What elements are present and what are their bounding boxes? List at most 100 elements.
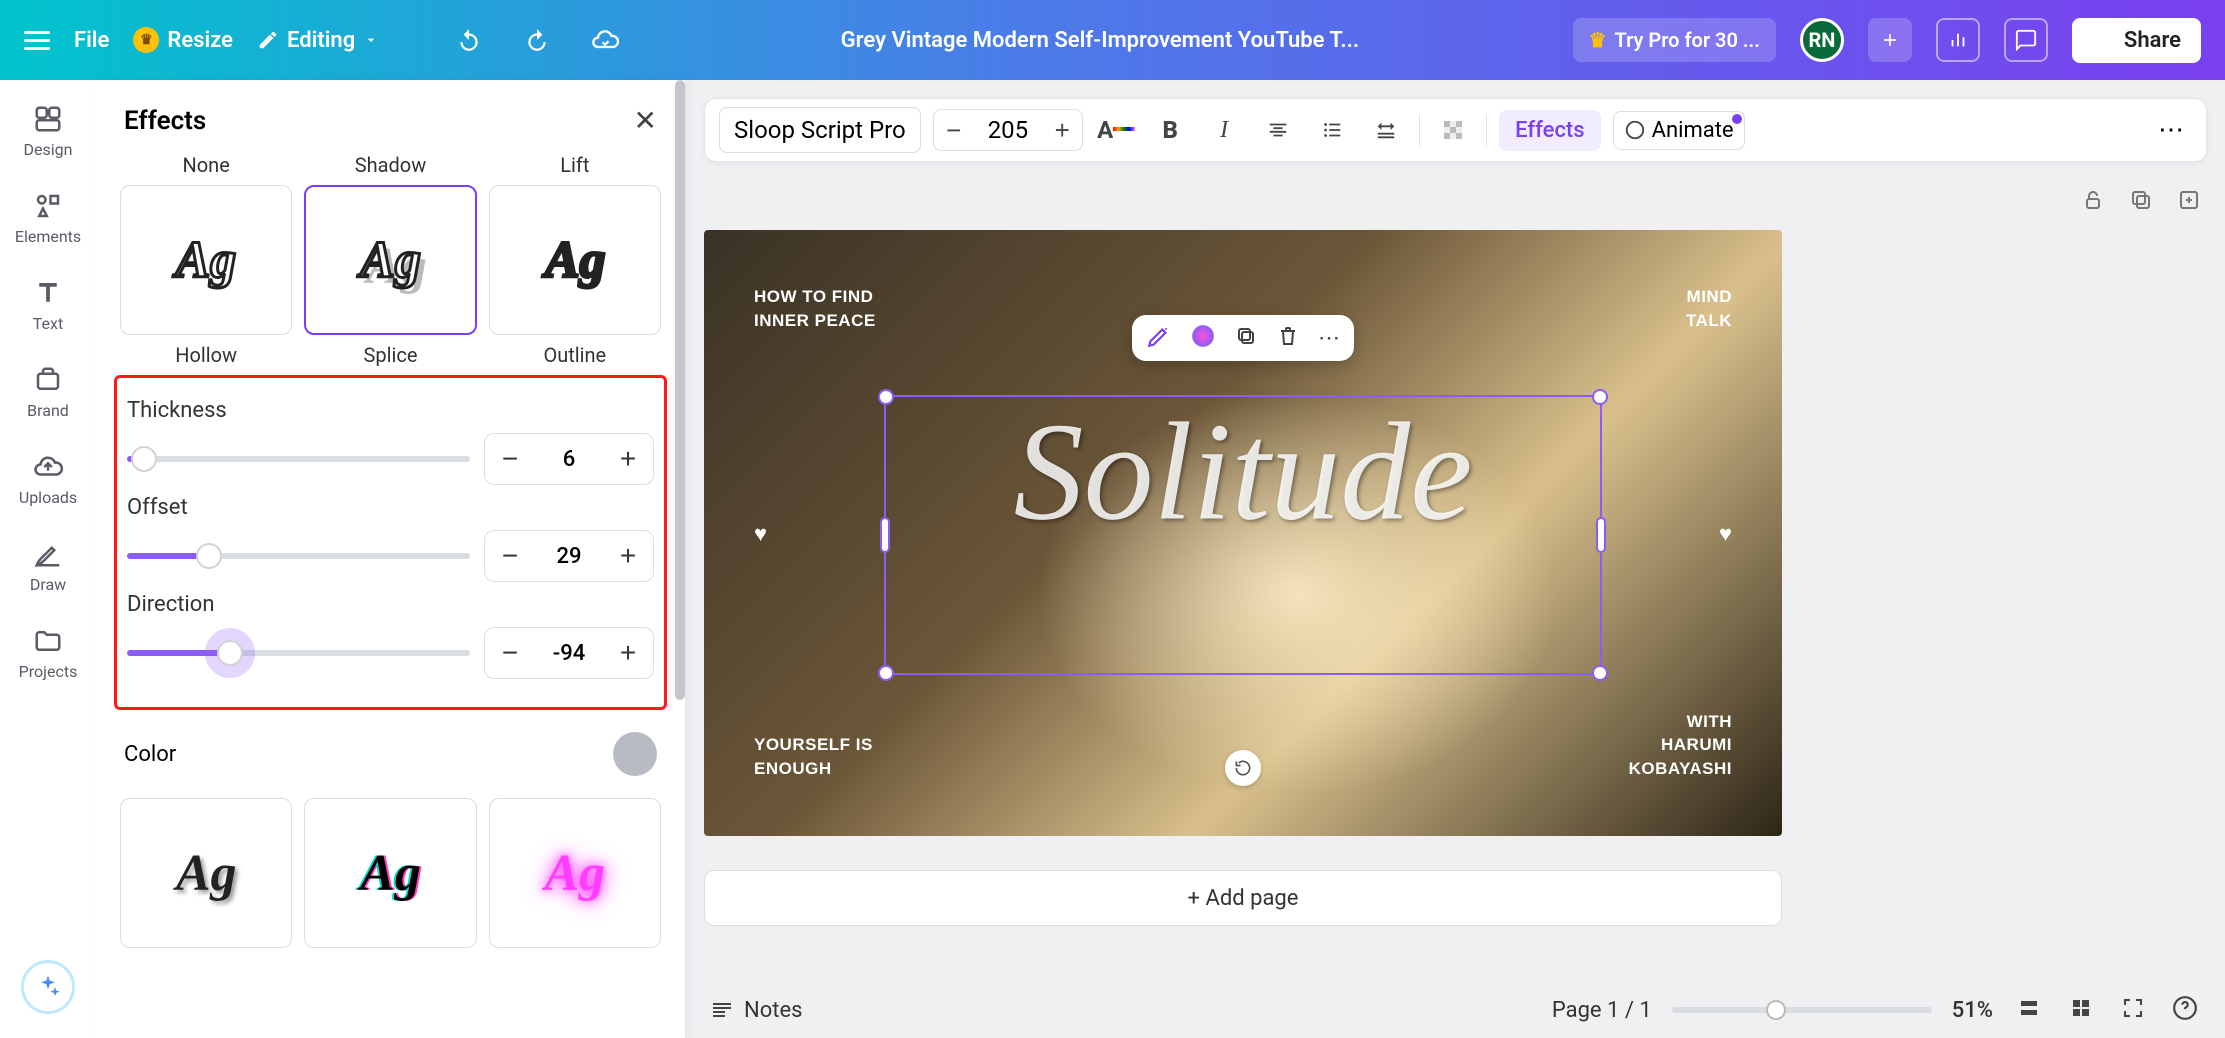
rail-draw[interactable]: Draw [30, 539, 66, 594]
effects-toolbar-button[interactable]: Effects [1499, 110, 1600, 151]
thickness-increase[interactable]: + [603, 434, 653, 484]
italic-button[interactable]: I [1203, 109, 1245, 151]
rail-brand[interactable]: Brand [27, 365, 69, 420]
rail-design[interactable]: Design [24, 104, 73, 159]
offset-decrease[interactable]: − [485, 531, 535, 581]
offset-label: Offset [127, 495, 654, 520]
add-page-button[interactable]: + Add page [704, 870, 1782, 926]
align-button[interactable] [1257, 109, 1299, 151]
bold-button[interactable]: B [1149, 109, 1191, 151]
heart-left-icon[interactable]: ♥ [754, 521, 767, 547]
magic-button[interactable] [21, 960, 75, 1014]
font-size-decrease[interactable]: − [934, 110, 974, 150]
effect-splice[interactable]: Ag [304, 185, 478, 335]
chevron-down-icon [363, 32, 379, 48]
offset-increase[interactable]: + [603, 531, 653, 581]
heart-right-icon[interactable]: ♥ [1719, 521, 1732, 547]
copy-icon[interactable] [2129, 188, 2153, 216]
tile-view-icon[interactable] [2065, 996, 2097, 1024]
thickness-decrease[interactable]: − [485, 434, 535, 484]
upload-icon [2092, 29, 2114, 51]
direction-stepper: − -94 + [484, 627, 654, 679]
font-size-increase[interactable]: + [1042, 110, 1082, 150]
canvas-text-tl[interactable]: HOW TO FIND INNER PEACE [754, 285, 876, 333]
notes-button[interactable]: Notes [710, 998, 802, 1023]
effect-hollow[interactable]: Ag [120, 185, 292, 335]
spacing-button[interactable] [1365, 109, 1407, 151]
new-page-icon[interactable] [2177, 188, 2201, 216]
delete-icon[interactable] [1276, 324, 1300, 352]
try-pro-button[interactable]: ♛ Try Pro for 30 ... [1573, 18, 1776, 62]
font-size-group: − 205 + [933, 109, 1083, 151]
undo-button[interactable] [447, 18, 491, 62]
font-picker[interactable]: Sloop Script Pro [719, 107, 921, 153]
handle-w[interactable] [880, 517, 890, 553]
comment-button[interactable] [2004, 18, 2048, 62]
pencil-icon [257, 29, 279, 51]
selection-box[interactable] [884, 395, 1602, 675]
color-swatch[interactable] [613, 732, 657, 776]
offset-value[interactable]: 29 [535, 544, 603, 569]
handle-sw[interactable] [878, 665, 894, 681]
rail-uploads[interactable]: Uploads [19, 452, 77, 507]
fullscreen-icon[interactable] [2117, 996, 2149, 1024]
lock-icon[interactable] [2081, 188, 2105, 216]
rotate-handle[interactable] [1225, 750, 1261, 786]
transparency-button[interactable] [1432, 109, 1474, 151]
list-button[interactable] [1311, 109, 1353, 151]
canvas-text-br[interactable]: WITH HARUMI KOBAYASHI [1629, 710, 1732, 781]
share-button[interactable]: Share [2072, 18, 2201, 63]
more-icon[interactable]: ⋯ [1318, 326, 1340, 351]
help-icon[interactable] [2169, 995, 2201, 1025]
grid-view-icon[interactable] [2013, 996, 2045, 1024]
effects-panel: Effects ✕ NoneShadowLift Ag Ag Ag Hollow… [96, 80, 686, 1038]
handle-e[interactable] [1596, 517, 1606, 553]
canvas-text-bl[interactable]: YOURSELF IS ENOUGH [754, 733, 873, 781]
animate-button[interactable]: Animate [1613, 111, 1745, 150]
add-member-button[interactable] [1868, 18, 1912, 62]
panel-scrollbar[interactable] [673, 80, 685, 1038]
direction-increase[interactable]: + [603, 628, 653, 678]
redo-button[interactable] [515, 18, 559, 62]
effect-extra-2[interactable]: Ag [304, 798, 476, 948]
left-rail: Design Elements Text Brand Uploads Draw … [0, 80, 96, 1038]
user-avatar[interactable]: RN [1800, 18, 1844, 62]
thickness-slider[interactable] [127, 444, 470, 474]
handle-nw[interactable] [878, 389, 894, 405]
handle-se[interactable] [1592, 665, 1608, 681]
close-panel-button[interactable]: ✕ [634, 104, 657, 137]
editing-dropdown[interactable]: Editing [257, 28, 379, 53]
text-color-button[interactable]: A [1095, 109, 1137, 151]
canvas-text-tr[interactable]: MIND TALK [1686, 285, 1732, 333]
thickness-value[interactable]: 6 [535, 447, 603, 472]
duplicate-icon[interactable] [1234, 324, 1258, 352]
effect-extra-1[interactable]: Ag [120, 798, 292, 948]
file-menu[interactable]: File [74, 28, 109, 53]
handle-ne[interactable] [1592, 389, 1608, 405]
menu-icon[interactable] [24, 31, 50, 50]
app-header: File ♛ Resize Editing Grey Vintage Moder… [0, 0, 2225, 80]
magic-edit-icon[interactable] [1146, 323, 1172, 353]
direction-slider[interactable] [127, 638, 470, 668]
effect-labels-row2: HollowSpliceOutline [96, 343, 685, 367]
page-indicator[interactable]: Page 1 / 1 [1552, 998, 1652, 1023]
color-edit-icon[interactable] [1190, 323, 1216, 353]
rail-projects[interactable]: Projects [19, 626, 78, 681]
cloud-sync-icon[interactable] [583, 18, 627, 62]
effect-extra-3[interactable]: Ag [489, 798, 661, 948]
zoom-slider[interactable] [1672, 1007, 1932, 1013]
offset-slider[interactable] [127, 541, 470, 571]
effect-outline[interactable]: Ag [489, 185, 661, 335]
font-size-value[interactable]: 205 [974, 116, 1042, 144]
rail-elements[interactable]: Elements [15, 191, 81, 246]
direction-value[interactable]: -94 [535, 641, 603, 666]
element-float-toolbar: ⋯ [1132, 315, 1354, 361]
crown-icon: ♛ [1589, 28, 1607, 52]
more-options-button[interactable]: ⋯ [2150, 115, 2192, 145]
analytics-button[interactable] [1936, 18, 1980, 62]
rail-text[interactable]: Text [33, 278, 63, 333]
resize-button[interactable]: ♛ Resize [133, 27, 233, 53]
document-title[interactable]: Grey Vintage Modern Self-Improvement You… [651, 28, 1548, 53]
design-canvas[interactable]: HOW TO FIND INNER PEACE MIND TALK YOURSE… [704, 230, 1782, 836]
direction-decrease[interactable]: − [485, 628, 535, 678]
